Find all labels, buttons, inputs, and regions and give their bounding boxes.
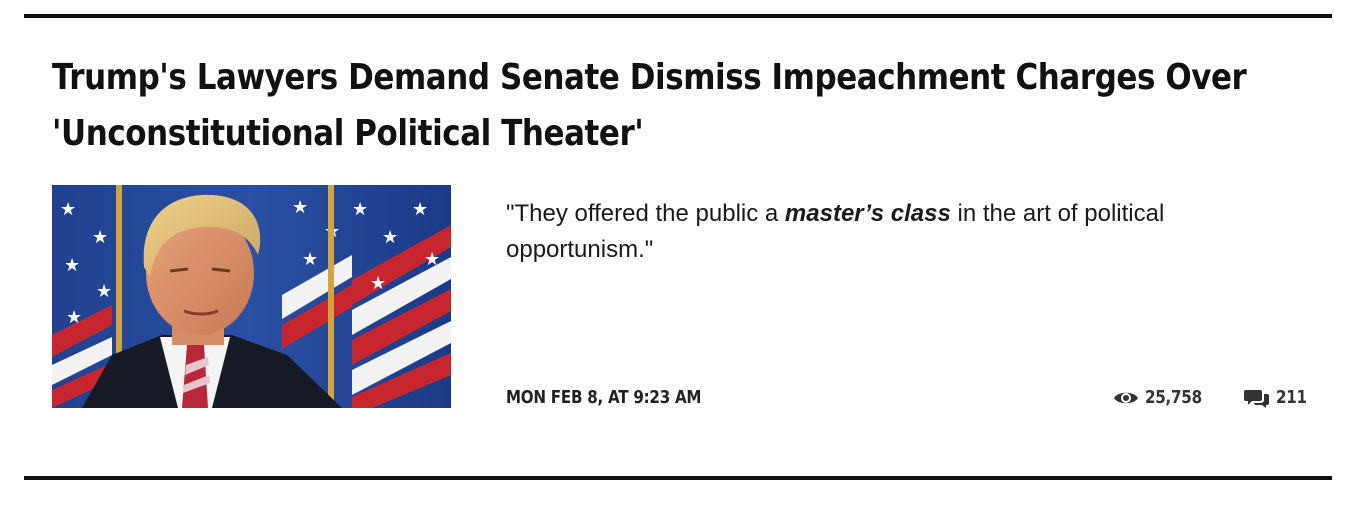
headline-line-1[interactable]: Trump's Lawyers Demand Senate Dismiss Im… (52, 50, 1247, 106)
article-date: MON FEB 8, AT 9:23 AM (506, 387, 702, 408)
article-excerpt: "They offered the public a master’s clas… (506, 196, 1286, 268)
svg-text:★: ★ (352, 199, 368, 220)
svg-text:★: ★ (92, 227, 108, 248)
svg-text:★: ★ (370, 273, 386, 294)
comments-icon (1244, 390, 1269, 408)
headline-line-2[interactable]: 'Unconstitutional Political Theater' (52, 106, 1084, 162)
svg-text:★: ★ (302, 249, 318, 270)
top-divider (24, 14, 1332, 18)
svg-text:★: ★ (96, 281, 112, 302)
svg-text:★: ★ (66, 307, 82, 328)
svg-text:★: ★ (292, 197, 308, 218)
svg-text:★: ★ (64, 255, 80, 276)
bottom-divider (24, 476, 1332, 480)
svg-text:★: ★ (424, 249, 440, 270)
view-count-value: 25,758 (1145, 387, 1202, 408)
comment-count-value[interactable]: 211 (1276, 386, 1307, 410)
article-thumbnail[interactable]: ★ ★ ★ ★ ★ ★ ★ ★ ★ ★ ★ ★ ★ (52, 185, 451, 408)
comment-count[interactable]: 211 (1244, 386, 1313, 410)
eye-icon (1114, 392, 1138, 404)
thumbnail-photo-illustration: ★ ★ ★ ★ ★ ★ ★ ★ ★ ★ ★ ★ ★ (52, 185, 451, 408)
view-count: 25,758 (1113, 386, 1213, 410)
excerpt-text-start: "They offered the public a (506, 200, 785, 227)
svg-text:★: ★ (412, 199, 428, 220)
svg-text:★: ★ (382, 227, 398, 248)
excerpt-emphasis: master’s class (784, 200, 951, 227)
article-headline[interactable]: Trump's Lawyers Demand Senate Dismiss Im… (52, 50, 1247, 162)
svg-text:★: ★ (60, 199, 76, 220)
